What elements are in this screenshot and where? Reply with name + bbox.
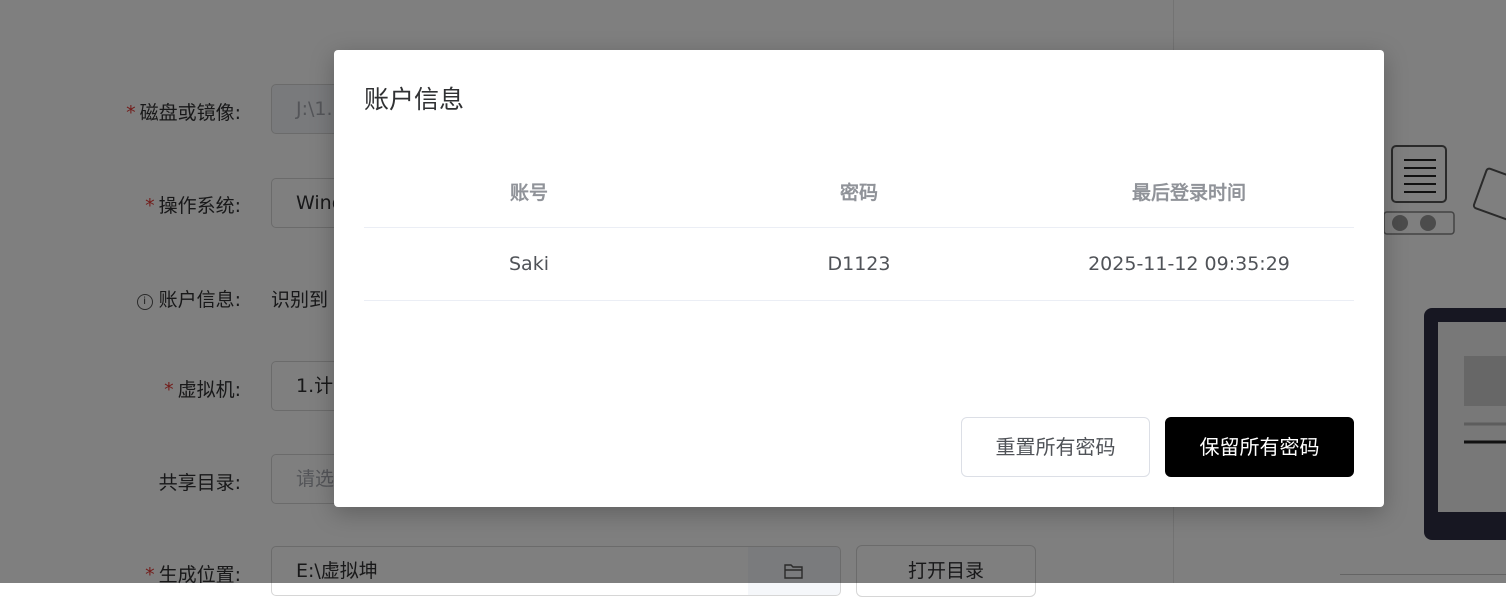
column-header-last-login: 最后登录时间 — [1131, 181, 1246, 204]
column-header-password: 密码 — [839, 181, 878, 204]
accounts-table: 账号 密码 最后登录时间 Saki D1123 2025-11-12 09:35… — [364, 155, 1354, 301]
column-header-account: 账号 — [509, 181, 548, 204]
cell-password: D1123 — [827, 253, 891, 275]
account-info-dialog: 账户信息 账号 密码 最后登录时间 Saki D1123 2025-11-12 … — [334, 50, 1384, 507]
reset-all-passwords-button[interactable]: 重置所有密码 — [961, 417, 1150, 477]
table-header-row: 账号 密码 最后登录时间 — [364, 155, 1354, 228]
dialog-title: 账户信息 — [364, 85, 465, 114]
cell-last-login: 2025-11-12 09:35:29 — [1088, 253, 1290, 275]
table-row: Saki D1123 2025-11-12 09:35:29 — [364, 228, 1354, 301]
keep-all-passwords-button[interactable]: 保留所有密码 — [1165, 417, 1354, 477]
cell-account: Saki — [509, 253, 549, 275]
